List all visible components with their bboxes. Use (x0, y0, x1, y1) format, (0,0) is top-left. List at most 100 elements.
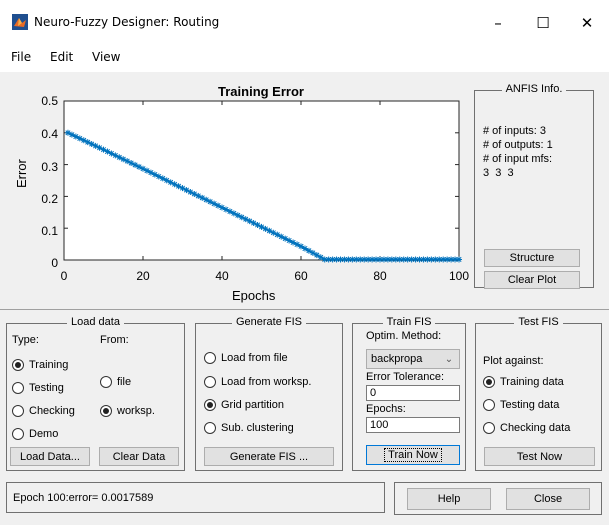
radio-label: Grid partition (221, 399, 284, 411)
x-tick-label: 80 (373, 269, 387, 283)
radio-label: Load from worksp. (221, 376, 312, 388)
optim-method-label: Optim. Method: (366, 330, 442, 342)
test-fis-title: Test FIS (514, 316, 563, 328)
radio-indicator (204, 399, 216, 411)
generate-fis-title: Generate FIS (231, 316, 307, 328)
optim-method-select[interactable]: backpropa ⌄ (366, 349, 460, 369)
radio-training-data[interactable]: Training data (483, 376, 564, 388)
y-tick-label: 0.2 (41, 192, 58, 206)
generate-fis-button[interactable]: Generate FIS ... (204, 447, 334, 466)
type-label: Type: (12, 334, 39, 346)
y-tick-label: 0.5 (41, 94, 58, 108)
x-tick-label: 20 (136, 269, 150, 283)
anfis-info-title: ANFIS Info. (501, 83, 567, 95)
anfis-info-panel: ANFIS Info. # of inputs: 3 # of outputs:… (474, 83, 594, 289)
radio-demo[interactable]: Demo (12, 428, 58, 440)
matlab-icon (12, 14, 28, 30)
radio-label: file (117, 376, 132, 388)
test-now-button[interactable]: Test Now (484, 447, 595, 466)
radio-label: Demo (29, 428, 59, 440)
train-fis-title: Train FIS (382, 316, 436, 328)
y-tick-label: 0.1 (41, 224, 58, 238)
train-now-button[interactable]: Train Now (366, 445, 460, 465)
radio-checking[interactable]: Checking (12, 405, 75, 417)
radio-label: Training (29, 359, 69, 371)
radio-label: Checking (29, 405, 75, 417)
x-tick-label: 100 (448, 269, 470, 283)
plot-against-label: Plot against: (483, 355, 544, 367)
menu-view[interactable]: View (92, 50, 120, 64)
clear-plot-button[interactable]: Clear Plot (484, 271, 580, 289)
radio-indicator (483, 422, 495, 434)
epochs-input[interactable]: 100 (366, 417, 460, 433)
y-tick-label: 0.4 (41, 127, 58, 141)
y-tick-label: 0.3 (41, 160, 58, 174)
radio-indicator (204, 422, 216, 434)
radio-label: Testing data (500, 399, 560, 411)
radio-label: Checking data (500, 422, 571, 434)
minimize-button[interactable]: – (476, 8, 520, 38)
x-tick-label: 60 (294, 269, 308, 283)
main-panel: Training Error 0.5 0.4 0.3 0.2 0.1 0 0 2… (0, 72, 609, 525)
generate-fis-panel: Generate FIS Load from file Load from wo… (195, 316, 343, 471)
radio-checking-data[interactable]: Checking data (483, 422, 570, 434)
inputs-count: # of inputs: 3 (483, 125, 546, 137)
structure-button[interactable]: Structure (484, 249, 580, 267)
load-data-panel: Load data Type: From: Training Testing C… (6, 316, 185, 471)
radio-label: Testing (29, 382, 64, 394)
radio-indicator (100, 405, 112, 417)
input-mfs-label: # of input mfs: (483, 153, 553, 165)
radio-indicator (12, 382, 24, 394)
radio-load-from-file[interactable]: Load from file (204, 352, 288, 364)
close-button[interactable]: Close (506, 488, 590, 510)
help-close-frame: Help Close (394, 482, 602, 515)
x-axis-label: Epochs (232, 288, 276, 303)
train-fis-panel: Train FIS Optim. Method: backpropa ⌄ Err… (352, 316, 466, 471)
from-label: From: (100, 334, 129, 346)
radio-grid-partition[interactable]: Grid partition (204, 399, 284, 411)
radio-indicator (100, 376, 112, 388)
y-axis-label: Error (14, 159, 29, 188)
menu-bar: File Edit View (0, 44, 609, 68)
train-now-label: Train Now (384, 448, 442, 462)
radio-load-from-workspace[interactable]: Load from worksp. (204, 376, 311, 388)
x-tick-label: 40 (215, 269, 229, 283)
chevron-down-icon: ⌄ (444, 353, 454, 365)
radio-indicator (483, 399, 495, 411)
divider (0, 309, 609, 310)
radio-label: worksp. (117, 405, 155, 417)
menu-edit[interactable]: Edit (50, 50, 73, 64)
radio-training[interactable]: Training (12, 359, 68, 371)
window-title: Neuro-Fuzzy Designer: Routing (34, 15, 220, 29)
radio-sub-clustering[interactable]: Sub. clustering (204, 422, 294, 434)
radio-indicator (483, 376, 495, 388)
radio-indicator (12, 405, 24, 417)
radio-testing-data[interactable]: Testing data (483, 399, 559, 411)
epoch-marker (456, 256, 462, 263)
error-tolerance-input[interactable]: 0 (366, 385, 460, 401)
menu-file[interactable]: File (11, 50, 31, 64)
plot-area (63, 100, 460, 261)
title-bar: Neuro-Fuzzy Designer: Routing – ☐ ✕ (0, 0, 609, 44)
radio-testing[interactable]: Testing (12, 382, 64, 394)
optim-method-value: backpropa (371, 353, 423, 365)
radio-source-workspace[interactable]: worksp. (100, 405, 155, 417)
maximize-button[interactable]: ☐ (521, 8, 565, 38)
status-text: Epoch 100:error= 0.0017589 (6, 482, 385, 513)
y-tick-label: 0 (51, 256, 58, 270)
radio-label: Training data (500, 376, 564, 388)
error-tolerance-label: Error Tolerance: (366, 371, 445, 383)
input-mfs-values: 3 3 3 (483, 167, 514, 179)
radio-source-file[interactable]: file (100, 376, 131, 388)
outputs-count: # of outputs: 1 (483, 139, 553, 151)
radio-label: Sub. clustering (221, 422, 294, 434)
x-tick-label: 0 (60, 269, 68, 283)
chart-title: Training Error (218, 84, 304, 99)
close-window-button[interactable]: ✕ (565, 8, 609, 38)
radio-indicator (12, 428, 24, 440)
test-fis-panel: Test FIS Plot against: Training data Tes… (475, 316, 602, 471)
radio-label: Load from file (221, 352, 288, 364)
load-data-button[interactable]: Load Data... (10, 447, 90, 466)
help-button[interactable]: Help (407, 488, 491, 510)
clear-data-button[interactable]: Clear Data (99, 447, 179, 466)
